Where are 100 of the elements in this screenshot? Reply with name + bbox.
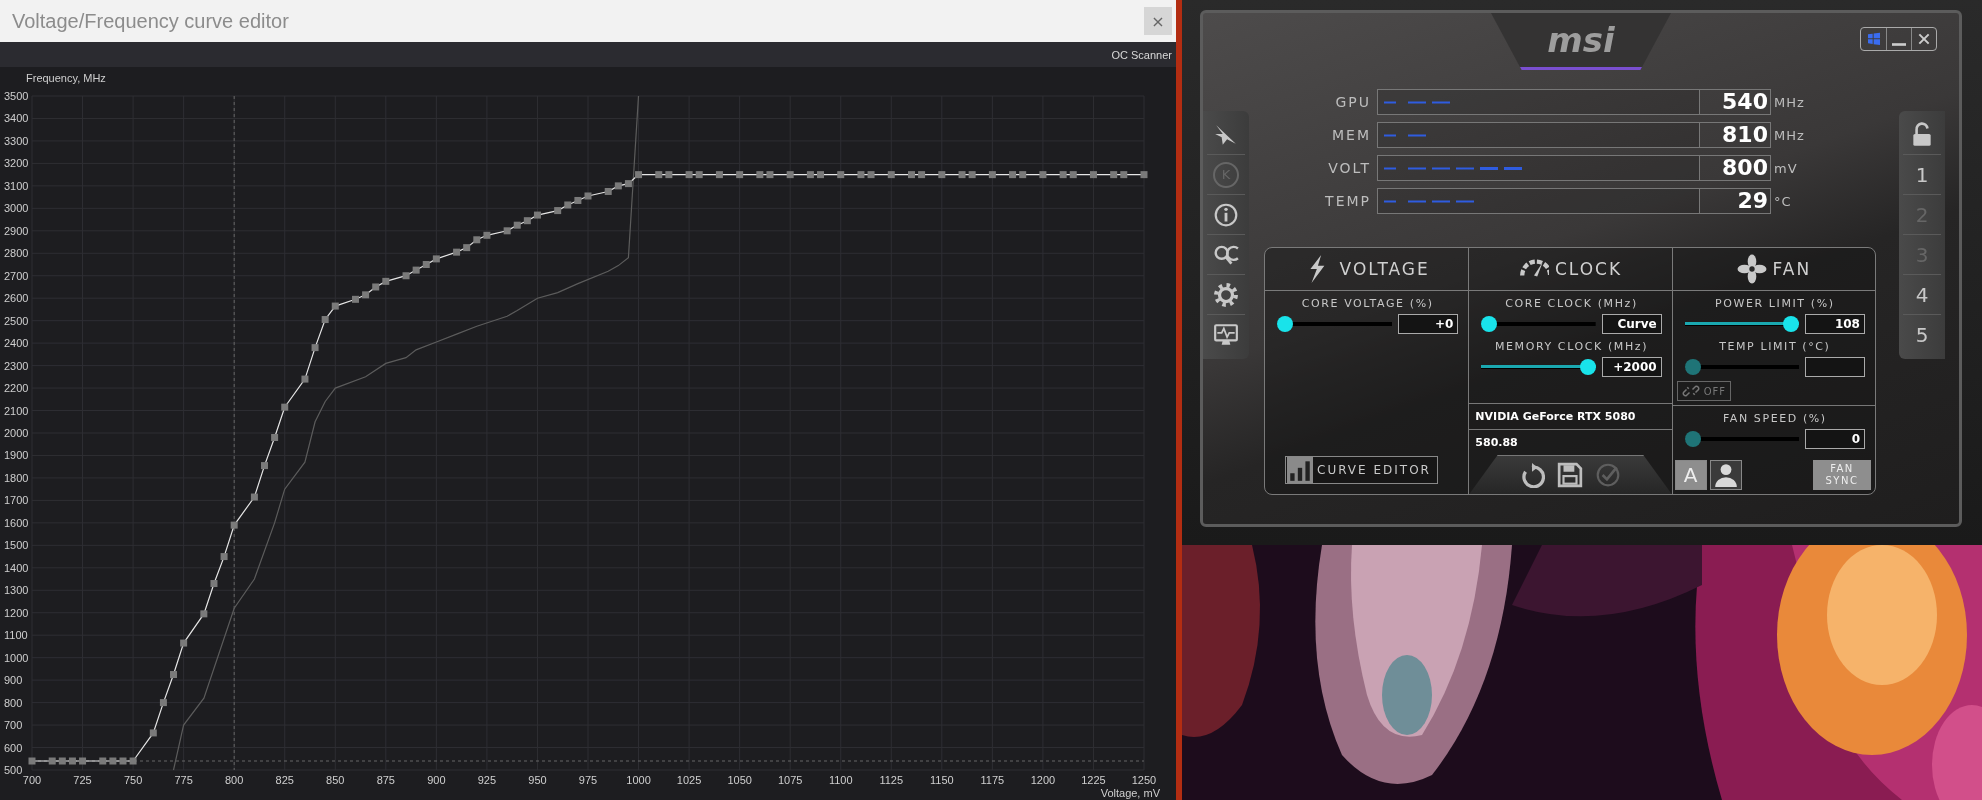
curve-point — [159, 699, 167, 707]
tick-label: 1200 — [1030, 774, 1056, 786]
slider-thumb[interactable] — [1481, 316, 1498, 332]
monitor-label: VOLT — [1327, 160, 1372, 176]
section-title: FAN — [1772, 259, 1812, 279]
tick-label: 950 — [528, 774, 547, 786]
monitor-value: 800 — [1699, 155, 1771, 181]
tick-label: 1300 — [4, 584, 29, 597]
tick-label: 3100 — [4, 179, 29, 192]
curve-point — [79, 757, 87, 765]
value-field[interactable]: +2000 — [1601, 357, 1662, 377]
monitor-icon — [1213, 322, 1239, 348]
curve-point — [48, 757, 56, 765]
person-icon — [1712, 462, 1739, 488]
curve-point — [695, 171, 703, 179]
curve-point — [857, 171, 865, 179]
curve-point — [523, 217, 531, 225]
tick-label: 1600 — [4, 516, 29, 529]
tick-label: 3400 — [4, 112, 29, 125]
curve-point — [867, 171, 875, 179]
window-title: Voltage/Frequency curve editor — [12, 9, 289, 33]
undo-icon — [1519, 462, 1546, 488]
fan-icon — [1736, 254, 1767, 284]
curve-point — [968, 171, 976, 179]
tick-label: 2000 — [4, 427, 29, 439]
curve-point — [584, 192, 592, 200]
monitor-value: 29 — [1699, 188, 1771, 214]
user-button[interactable] — [1709, 460, 1742, 490]
tick-label: 500 — [4, 764, 23, 776]
curve-point — [554, 207, 562, 215]
reset-button[interactable] — [1519, 462, 1546, 488]
tick-label: 1125 — [879, 774, 904, 786]
curve-editor-button[interactable]: CURVE EDITOR — [1285, 456, 1438, 484]
curve-point — [463, 244, 471, 252]
curve-point — [321, 316, 329, 324]
curve-point — [736, 171, 744, 179]
close-button[interactable]: × — [1144, 7, 1172, 35]
tick-label: 3300 — [4, 134, 29, 147]
tick-label: 1075 — [777, 774, 803, 786]
curve-point — [685, 171, 693, 179]
curve-point — [655, 171, 663, 179]
gpu-name: NVIDIA GeForce RTX 5080 — [1469, 403, 1672, 429]
curve-point — [715, 171, 723, 179]
monitor-label: MEM — [1331, 127, 1372, 143]
curve-point — [200, 610, 208, 618]
unit-label: °C — [1773, 193, 1793, 209]
profile-button[interactable]: 5 — [1903, 315, 1941, 355]
curve-point — [756, 171, 764, 179]
minimize-icon — [1892, 42, 1906, 46]
curve-point — [28, 757, 36, 765]
curve-point — [412, 266, 420, 274]
tick-label: 1025 — [676, 774, 702, 786]
tick-label: 2100 — [4, 404, 29, 417]
tick-label: 2500 — [4, 314, 29, 327]
tick-label: 1000 — [4, 651, 29, 664]
value-field[interactable]: +0 — [1398, 314, 1459, 334]
tick-label: 900 — [427, 774, 446, 786]
curve-point — [109, 757, 117, 765]
curve-point — [1069, 171, 1077, 179]
chain-link-icon — [1681, 382, 1700, 400]
slider-thumb[interactable] — [1783, 316, 1799, 332]
curve-point — [331, 302, 339, 310]
curve-point — [503, 227, 511, 235]
monitor-value: 540 — [1699, 89, 1771, 115]
curve-point — [1110, 171, 1118, 179]
slider-label: POWER LIMIT (%) — [1714, 297, 1836, 310]
tick-label: 1175 — [980, 774, 1005, 786]
curve-point — [574, 196, 582, 204]
slider-thumb[interactable] — [1579, 359, 1596, 375]
curve-point — [837, 171, 845, 179]
curve-point — [180, 639, 188, 647]
curve-point — [301, 375, 309, 383]
curve-point — [119, 757, 127, 765]
tick-label: 2400 — [4, 337, 29, 350]
close-icon — [1916, 31, 1932, 47]
toolbar-button[interactable]: OC Scanner — [1111, 46, 1172, 63]
value-field[interactable]: 108 — [1805, 314, 1865, 334]
tick-label: 2900 — [4, 224, 29, 237]
save-button[interactable] — [1557, 462, 1584, 488]
slider-label: CORE VOLTAGE (%) — [1300, 297, 1435, 310]
curve-point — [352, 295, 359, 303]
curve-point — [817, 171, 824, 179]
info-icon — [1213, 201, 1239, 228]
profile-button[interactable]: 4 — [1903, 275, 1941, 315]
tick-label: 3500 — [4, 90, 29, 102]
value-field[interactable] — [1805, 357, 1865, 377]
curve-point — [261, 462, 268, 470]
tick-label: 600 — [4, 741, 23, 754]
value-field[interactable]: Curve — [1601, 314, 1662, 334]
profile-button[interactable]: 1 — [1903, 155, 1941, 195]
curve-point — [271, 434, 279, 441]
slider-label: TEMP LIMIT (°C) — [1718, 340, 1832, 353]
curve-point — [402, 272, 410, 280]
slider-thumb[interactable] — [1277, 316, 1293, 332]
tick-label: 775 — [174, 774, 193, 786]
settings-icon — [1213, 281, 1239, 308]
slider-label: MEMORY CLOCK (MHz) — [1493, 340, 1650, 353]
curve-point — [1059, 171, 1067, 179]
link-toggle[interactable]: OFF — [1676, 381, 1732, 401]
tick-label: 1100 — [4, 629, 28, 642]
